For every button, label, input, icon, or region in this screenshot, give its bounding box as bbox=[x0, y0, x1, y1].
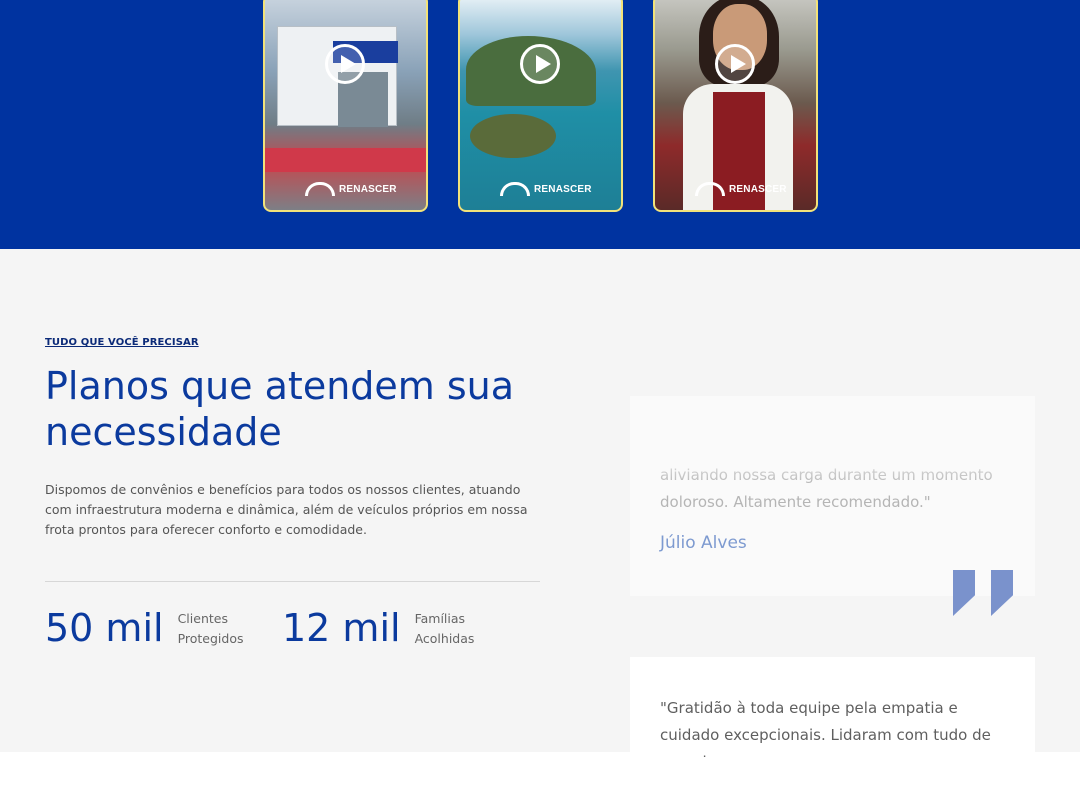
logo-arc-icon bbox=[305, 182, 335, 196]
stat-number: 12 mil bbox=[282, 606, 401, 650]
testimonial-text: "Gratidão à toda equipe pela empatia e c… bbox=[660, 699, 991, 757]
fade-overlay bbox=[630, 396, 1035, 486]
card-brand-text: RENASCER bbox=[534, 183, 592, 195]
quote-mark-right bbox=[991, 570, 1013, 616]
stat-number: 50 mil bbox=[45, 606, 164, 650]
section-title: Planos que atendem sua necessidade bbox=[45, 364, 515, 454]
stat-label-line: Clientes bbox=[177, 611, 228, 626]
testimonial-card: "Gratidão à toda equipe pela empatia e c… bbox=[630, 657, 1035, 757]
section-description: Dispomos de convênios e benefícios para … bbox=[45, 482, 528, 537]
card-brand-logo: RENASCER bbox=[500, 182, 592, 196]
stat-label-line: Protegidos bbox=[177, 631, 244, 646]
play-icon[interactable] bbox=[325, 44, 365, 84]
island-image bbox=[470, 114, 556, 158]
plans-section: TUDO QUE VOCÊ PRECISAR Planos que atende… bbox=[0, 249, 1080, 757]
stat-label-line: Acolhidas bbox=[414, 631, 475, 646]
testimonial-author: Júlio Alves bbox=[660, 533, 747, 553]
stat-label-line: Famílias bbox=[414, 611, 466, 626]
logo-arc-icon bbox=[695, 182, 725, 196]
video-card-testimonial[interactable]: RENASCER bbox=[653, 0, 818, 212]
card-brand-text: RENASCER bbox=[729, 183, 787, 195]
video-card-facility[interactable]: RENASCER bbox=[263, 0, 428, 212]
hero-video-section: RENASCER RENASCER RENASCER bbox=[0, 0, 1080, 249]
card-brand-text: RENASCER bbox=[339, 183, 397, 195]
stat-clients: 50 mil Clientes Protegidos bbox=[45, 605, 244, 651]
card-brand-logo: RENASCER bbox=[695, 182, 787, 196]
stat-label: Clientes Protegidos bbox=[178, 609, 244, 649]
stat-label: Famílias Acolhidas bbox=[415, 609, 475, 649]
testimonial-card: aliviando nossa carga durante um momento… bbox=[630, 396, 1035, 596]
section-eyebrow-link[interactable]: TUDO QUE VOCÊ PRECISAR bbox=[45, 337, 199, 348]
divider bbox=[45, 581, 540, 582]
play-icon[interactable] bbox=[715, 44, 755, 84]
quote-mark-left bbox=[953, 570, 975, 616]
red-ramp-stripe bbox=[265, 148, 426, 172]
video-card-landscape[interactable]: RENASCER bbox=[458, 0, 623, 212]
logo-arc-icon bbox=[500, 182, 530, 196]
play-icon[interactable] bbox=[520, 44, 560, 84]
card-brand-logo: RENASCER bbox=[305, 182, 397, 196]
stat-families: 12 mil Famílias Acolhidas bbox=[282, 605, 474, 651]
quote-icon bbox=[953, 570, 1015, 616]
